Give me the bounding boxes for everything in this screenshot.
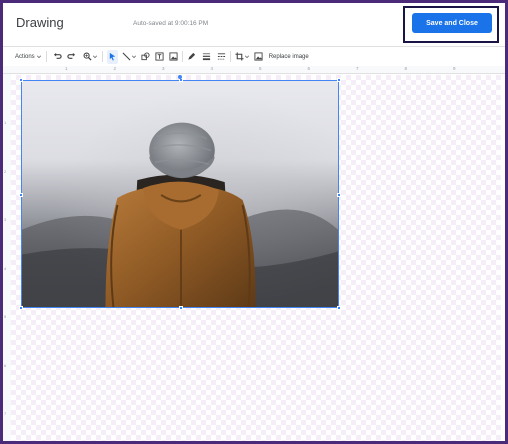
ruler-number: 2 [4, 168, 7, 174]
dialog-header: Drawing Auto-saved at 9:00:16 PM Save an… [3, 3, 505, 43]
line-dash-button[interactable] [217, 50, 226, 64]
zoom-button[interactable] [83, 50, 98, 64]
horizontal-ruler: 1 2 3 4 5 6 7 8 9 [3, 66, 505, 74]
image-icon [169, 52, 178, 61]
ruler-number: 4 [4, 265, 7, 271]
resize-handle-bottom-left[interactable] [19, 306, 23, 310]
ruler-number: 1 [4, 120, 7, 125]
ruler-number: 5 [259, 66, 262, 71]
zoom-icon [83, 52, 92, 61]
shape-icon [141, 52, 150, 61]
ruler-number: 4 [210, 66, 214, 71]
ruler-number: 8 [404, 66, 408, 71]
actions-menu[interactable]: Actions [15, 50, 42, 64]
chevron-down-icon [92, 55, 97, 58]
ruler-number: 3 [4, 217, 7, 222]
image-tool[interactable] [169, 50, 178, 64]
ruler-number: 2 [113, 66, 117, 71]
selected-image[interactable] [19, 78, 341, 310]
resize-handle-right[interactable] [337, 193, 341, 197]
chevron-down-icon [244, 55, 249, 58]
line-dash-icon [217, 53, 225, 60]
line-weight-icon [202, 53, 210, 61]
replace-image-button[interactable]: Replace image [269, 50, 309, 64]
toolbar: Actions Replace image [3, 46, 505, 66]
resize-handle-bottom-right[interactable] [337, 306, 341, 310]
redo-button[interactable] [67, 50, 76, 64]
reset-image-button[interactable] [254, 50, 263, 64]
ruler-number: 6 [307, 66, 311, 71]
redo-icon [67, 52, 75, 59]
actions-label: Actions [15, 53, 35, 60]
pen-icon [188, 52, 195, 60]
rotate-handle[interactable] [178, 75, 182, 79]
ruler-number: 6 [4, 362, 7, 368]
resize-handle-top-left[interactable] [19, 78, 23, 82]
ruler-number: 1 [65, 66, 68, 71]
crop-icon [235, 52, 244, 61]
chevron-down-icon [131, 55, 136, 58]
select-icon [109, 52, 115, 61]
chevron-down-icon [36, 55, 41, 58]
line-icon [122, 52, 131, 61]
reset-image-icon [254, 52, 263, 61]
ruler-number: 9 [453, 66, 456, 71]
shape-tool[interactable] [141, 50, 150, 64]
ruler-number: 7 [356, 66, 359, 71]
toolbar-divider [45, 51, 47, 62]
textbox-icon [155, 52, 164, 61]
undo-icon [53, 52, 62, 59]
textbox-tool[interactable] [155, 50, 164, 64]
select-tool[interactable] [106, 49, 118, 64]
resize-handle-bottom[interactable] [179, 306, 183, 310]
ruler-number: 3 [162, 66, 165, 71]
dialog-title: Drawing [16, 15, 64, 30]
autosave-status: Auto-saved at 9:00:16 PM [133, 20, 209, 27]
toolbar-divider [229, 51, 231, 62]
photo-person-hat-hoodie [22, 81, 338, 307]
toolbar-divider [101, 51, 103, 62]
save-and-close-button[interactable]: Save and Close [412, 13, 492, 33]
ruler-number: 5 [4, 314, 7, 319]
resize-handle-left[interactable] [19, 193, 23, 197]
ruler-number: 7 [4, 411, 7, 416]
line-weight-button[interactable] [202, 50, 211, 64]
pen-tool[interactable] [187, 50, 196, 64]
resize-handle-top-right[interactable] [337, 78, 341, 82]
crop-button[interactable] [235, 50, 250, 64]
toolbar-divider [181, 51, 183, 62]
vertical-ruler: 1 2 3 4 5 6 7 [3, 74, 11, 441]
line-tool[interactable] [122, 50, 137, 64]
drawing-dialog: Drawing Auto-saved at 9:00:16 PM Save an… [3, 3, 505, 441]
undo-button[interactable] [53, 50, 62, 64]
